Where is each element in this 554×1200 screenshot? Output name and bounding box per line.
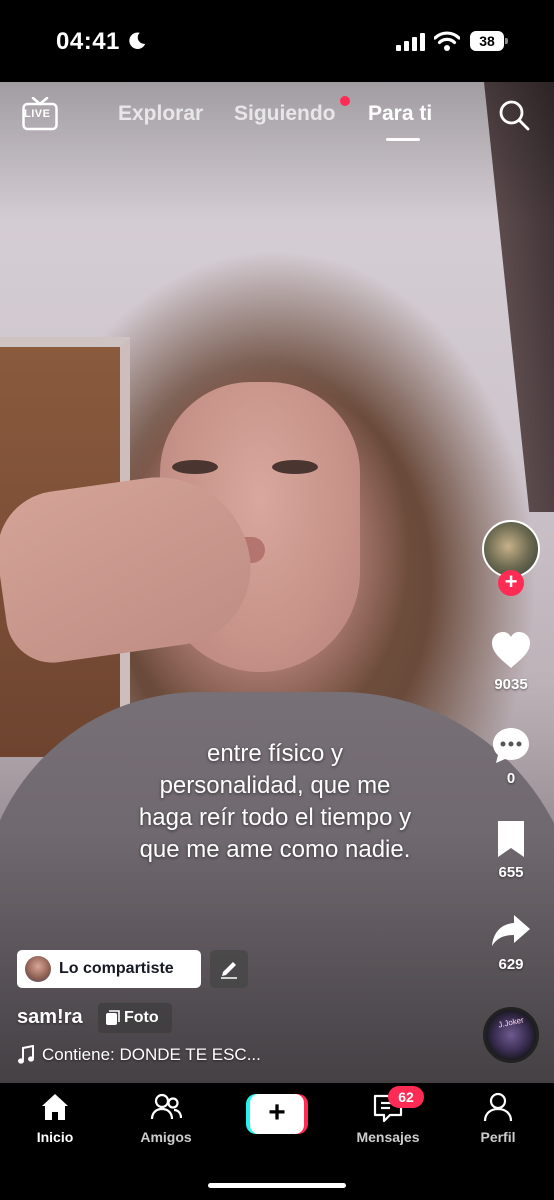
home-icon xyxy=(42,1094,68,1120)
top-nav: LIVE Explorar Siguiendo Para ti xyxy=(0,82,554,152)
live-label: LIVE xyxy=(24,108,51,120)
shared-label: Lo compartiste xyxy=(59,960,174,977)
shared-user-avatar xyxy=(25,956,51,982)
video-overlay-shade xyxy=(0,82,554,1083)
tab-label: Mensajes xyxy=(356,1129,420,1145)
status-time: 04:41 xyxy=(56,28,120,55)
create-icon: + xyxy=(250,1094,304,1134)
shared-pill[interactable]: Lo compartiste xyxy=(17,950,201,988)
heart-icon[interactable] xyxy=(490,630,532,672)
action-rail: + 9035 0 655 629 J.Joker xyxy=(476,520,546,1080)
caption-overlay: entre físico y personalidad, que me haga… xyxy=(60,738,490,866)
music-row[interactable]: Contiene: DONDE TE ESC... xyxy=(17,1043,317,1069)
photo-label: Foto xyxy=(124,1009,159,1026)
tab-amigos[interactable]: Amigos xyxy=(116,1083,216,1153)
search-icon[interactable] xyxy=(498,99,530,131)
siguiendo-notification-dot xyxy=(340,96,350,106)
tab-explorar[interactable]: Explorar xyxy=(118,102,203,126)
tab-siguiendo[interactable]: Siguiendo xyxy=(234,102,336,126)
moon-icon xyxy=(129,32,146,49)
tab-para-ti[interactable]: Para ti xyxy=(368,102,432,126)
tab-label: Perfil xyxy=(480,1129,516,1145)
battery-tip xyxy=(505,38,508,44)
profile-icon xyxy=(483,1092,513,1122)
tab-label: Amigos xyxy=(140,1129,192,1145)
comment-icon[interactable] xyxy=(490,725,532,767)
like-count: 9035 xyxy=(494,676,528,693)
status-bar: 04:41 38 xyxy=(0,0,554,82)
friends-icon xyxy=(150,1093,182,1120)
caption-line: personalidad, que me xyxy=(159,772,391,799)
battery-level: 38 xyxy=(470,31,504,51)
username[interactable]: sam!ra xyxy=(17,1006,83,1029)
music-note-icon xyxy=(18,1045,34,1064)
comment-count: 0 xyxy=(506,770,516,787)
battery-indicator: 38 xyxy=(470,31,508,51)
share-icon[interactable] xyxy=(490,910,532,952)
caption-line: haga reír todo el tiempo y xyxy=(138,804,412,831)
caption-line: que me ame como nadie. xyxy=(139,836,411,863)
music-disc[interactable]: J.Joker xyxy=(483,1007,539,1063)
video-content[interactable] xyxy=(0,82,554,1083)
music-disc-text: J.Joker xyxy=(497,1015,525,1030)
edit-button[interactable] xyxy=(210,950,248,988)
wifi-icon xyxy=(434,31,460,51)
tab-inicio[interactable]: Inicio xyxy=(5,1083,105,1153)
follow-button[interactable]: + xyxy=(498,570,524,596)
music-label: Contiene: DONDE TE ESC... xyxy=(42,1045,261,1064)
caption-line: entre físico y xyxy=(206,740,344,767)
tab-label: Inicio xyxy=(36,1129,74,1145)
home-indicator[interactable] xyxy=(208,1183,346,1188)
photo-stack-icon xyxy=(106,1010,120,1025)
photo-badge: Foto xyxy=(98,1003,172,1033)
pencil-icon xyxy=(221,962,237,979)
messages-badge: 62 xyxy=(388,1086,424,1108)
tab-perfil[interactable]: Perfil xyxy=(448,1083,548,1153)
cellular-signal-icon xyxy=(396,33,425,51)
bookmark-icon[interactable] xyxy=(490,818,532,860)
active-tab-underline xyxy=(386,138,420,141)
create-button[interactable]: + xyxy=(246,1094,308,1134)
share-count: 629 xyxy=(498,956,524,973)
save-count: 655 xyxy=(498,864,524,881)
